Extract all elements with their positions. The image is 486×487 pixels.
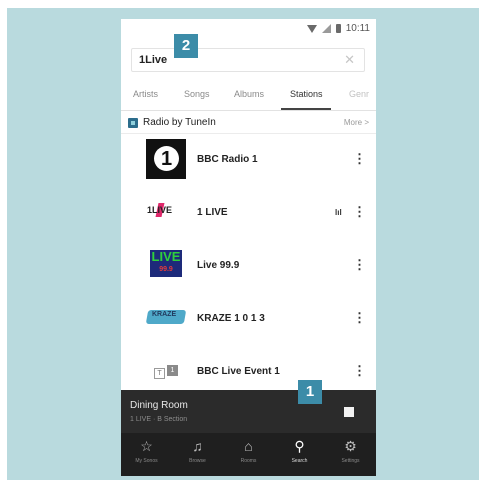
section-title: Radio by TuneIn <box>143 117 216 128</box>
more-options-icon[interactable]: ⋮ <box>353 364 366 378</box>
bbc-radio-1-logo: 1 <box>146 139 186 179</box>
station-row[interactable]: KRAZE KRAZE 1 0 1 3 ⋮ <box>121 295 376 347</box>
stop-button[interactable] <box>344 407 354 417</box>
station-name: BBC Radio 1 <box>197 154 258 165</box>
bottom-nav: ☆ My Sonos ♫ Browse ⌂ Rooms ⚲ Search ⚙ S… <box>121 433 376 476</box>
station-row[interactable]: 1 BBC Radio 1 ⋮ <box>121 136 376 188</box>
section-header: Radio by TuneIn More > <box>121 112 376 134</box>
tab-albums[interactable]: Albums <box>234 89 264 99</box>
now-playing-room: Dining Room <box>130 400 188 411</box>
now-playing-equalizer-icon: lıl <box>335 208 342 217</box>
search-query: 1Live <box>139 54 168 66</box>
bbc-live-event-logo: T 1 <box>146 351 186 391</box>
signal-icon <box>321 24 331 33</box>
music-note-icon: ♫ <box>192 438 203 454</box>
station-name: 1 LIVE <box>197 207 228 218</box>
tunein-logo-icon <box>128 118 138 128</box>
callout-marker-2: 2 <box>174 34 198 58</box>
more-options-icon[interactable]: ⋮ <box>353 205 366 219</box>
more-options-icon[interactable]: ⋮ <box>353 311 366 325</box>
station-name: BBC Live Event 1 <box>197 366 280 377</box>
active-tab-indicator <box>281 108 331 110</box>
nav-label: Rooms <box>240 458 257 464</box>
now-playing-bar[interactable]: Dining Room 1 LIVE · B Section <box>121 390 376 433</box>
live-99-9-logo: LIVE 99.9 <box>146 245 186 285</box>
station-name: KRAZE 1 0 1 3 <box>197 313 265 324</box>
tab-songs[interactable]: Songs <box>184 89 210 99</box>
search-icon: ⚲ <box>294 438 305 454</box>
nav-label: Browse <box>189 458 206 464</box>
status-time: 10:11 <box>345 23 370 34</box>
1live-logo: 1LIVE <box>146 192 186 232</box>
nav-rooms[interactable]: ⌂ Rooms <box>223 437 274 464</box>
nav-label: My Sonos <box>135 458 158 464</box>
star-icon: ☆ <box>140 438 153 454</box>
more-options-icon[interactable]: ⋮ <box>353 258 366 272</box>
rooms-icon: ⌂ <box>244 438 253 454</box>
more-options-icon[interactable]: ⋮ <box>353 152 366 166</box>
wifi-icon <box>306 24 317 33</box>
callout-marker-1: 1 <box>298 380 322 404</box>
search-input[interactable]: 1Live ✕ <box>131 48 365 72</box>
tab-stations[interactable]: Stations <box>290 89 323 99</box>
nav-label: Search <box>291 458 308 464</box>
more-link[interactable]: More > <box>344 118 369 127</box>
tab-artists[interactable]: Artists <box>133 89 158 99</box>
station-row[interactable]: LIVE 99.9 Live 99.9 ⋮ <box>121 242 376 294</box>
nav-settings[interactable]: ⚙ Settings <box>325 437 376 464</box>
tab-genres[interactable]: Genr <box>349 89 369 99</box>
station-name: Live 99.9 <box>197 260 240 271</box>
status-bar: 10:11 <box>121 19 376 41</box>
nav-label: Settings <box>341 458 360 464</box>
battery-icon <box>335 24 341 33</box>
nav-search[interactable]: ⚲ Search <box>274 437 325 464</box>
station-row[interactable]: 1LIVE 1 LIVE lıl ⋮ <box>121 189 376 241</box>
kraze-logo: KRAZE <box>145 298 187 338</box>
nav-browse[interactable]: ♫ Browse <box>172 437 223 464</box>
phone-screen: 10:11 1Live ✕ 2 Artists Songs Albums Sta… <box>121 19 376 476</box>
close-icon[interactable]: ✕ <box>344 53 355 67</box>
gear-icon: ⚙ <box>344 438 357 454</box>
nav-my-sonos[interactable]: ☆ My Sonos <box>121 437 172 464</box>
now-playing-subtitle: 1 LIVE · B Section <box>130 416 188 423</box>
search-tabs: Artists Songs Albums Stations Genr <box>121 81 376 111</box>
